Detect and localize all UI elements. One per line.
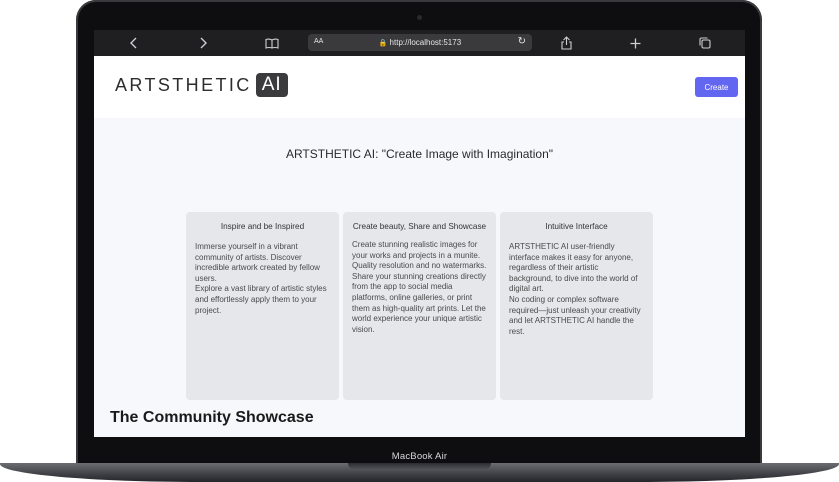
feature-card-inspire: Inspire and be Inspired Immerse yourself… bbox=[186, 212, 339, 400]
site-logo[interactable]: ARTSTHETIC AI bbox=[115, 73, 288, 97]
forward-icon[interactable] bbox=[193, 34, 213, 52]
address-url: 🔒 http://localhost:5173 bbox=[308, 38, 532, 47]
feature-card-interface: Intuitive Interface ARTSTHETIC AI user-f… bbox=[500, 212, 653, 400]
logo-text: ARTSTHETIC bbox=[115, 74, 252, 95]
feature-card-create: Create beauty, Share and Showcase Create… bbox=[343, 212, 496, 400]
hero-title: ARTSTHETIC AI: "Create Image with Imagin… bbox=[285, 147, 554, 161]
device-label: MacBook Air bbox=[391, 451, 448, 462]
create-button[interactable]: Create bbox=[695, 77, 738, 97]
card-title: Inspire and be Inspired bbox=[220, 222, 305, 231]
share-icon[interactable] bbox=[556, 34, 576, 52]
laptop-hinge-notch bbox=[348, 463, 491, 470]
new-tab-icon[interactable] bbox=[625, 34, 645, 52]
site-header: ARTSTHETIC AI Create bbox=[94, 56, 745, 118]
back-icon[interactable] bbox=[124, 34, 144, 52]
card-body: Create stunning realistic images for you… bbox=[352, 240, 487, 334]
card-title: Intuitive Interface bbox=[545, 222, 608, 231]
lock-icon: 🔒 bbox=[378, 40, 388, 47]
browser-toolbar: AA 🔒 http://localhost:5173 ↻ bbox=[94, 30, 745, 56]
card-title: Create beauty, Share and Showcase bbox=[352, 222, 487, 231]
card-body: ARTSTHETIC AI user-friendly interface ma… bbox=[509, 242, 641, 336]
tabs-overview-icon[interactable] bbox=[695, 34, 715, 52]
card-body: Immerse yourself in a vibrant community … bbox=[195, 242, 327, 315]
browser-screen: AA 🔒 http://localhost:5173 ↻ ARTSTHETIC A… bbox=[94, 30, 745, 437]
community-showcase-heading: The Community Showcase bbox=[110, 409, 314, 426]
address-bar[interactable]: AA 🔒 http://localhost:5173 ↻ bbox=[308, 34, 532, 51]
url-text: http://localhost:5173 bbox=[389, 38, 462, 47]
book-icon[interactable] bbox=[262, 34, 282, 52]
camera-icon bbox=[417, 15, 422, 20]
reload-icon[interactable]: ↻ bbox=[518, 36, 526, 47]
logo-badge: AI bbox=[255, 73, 288, 97]
